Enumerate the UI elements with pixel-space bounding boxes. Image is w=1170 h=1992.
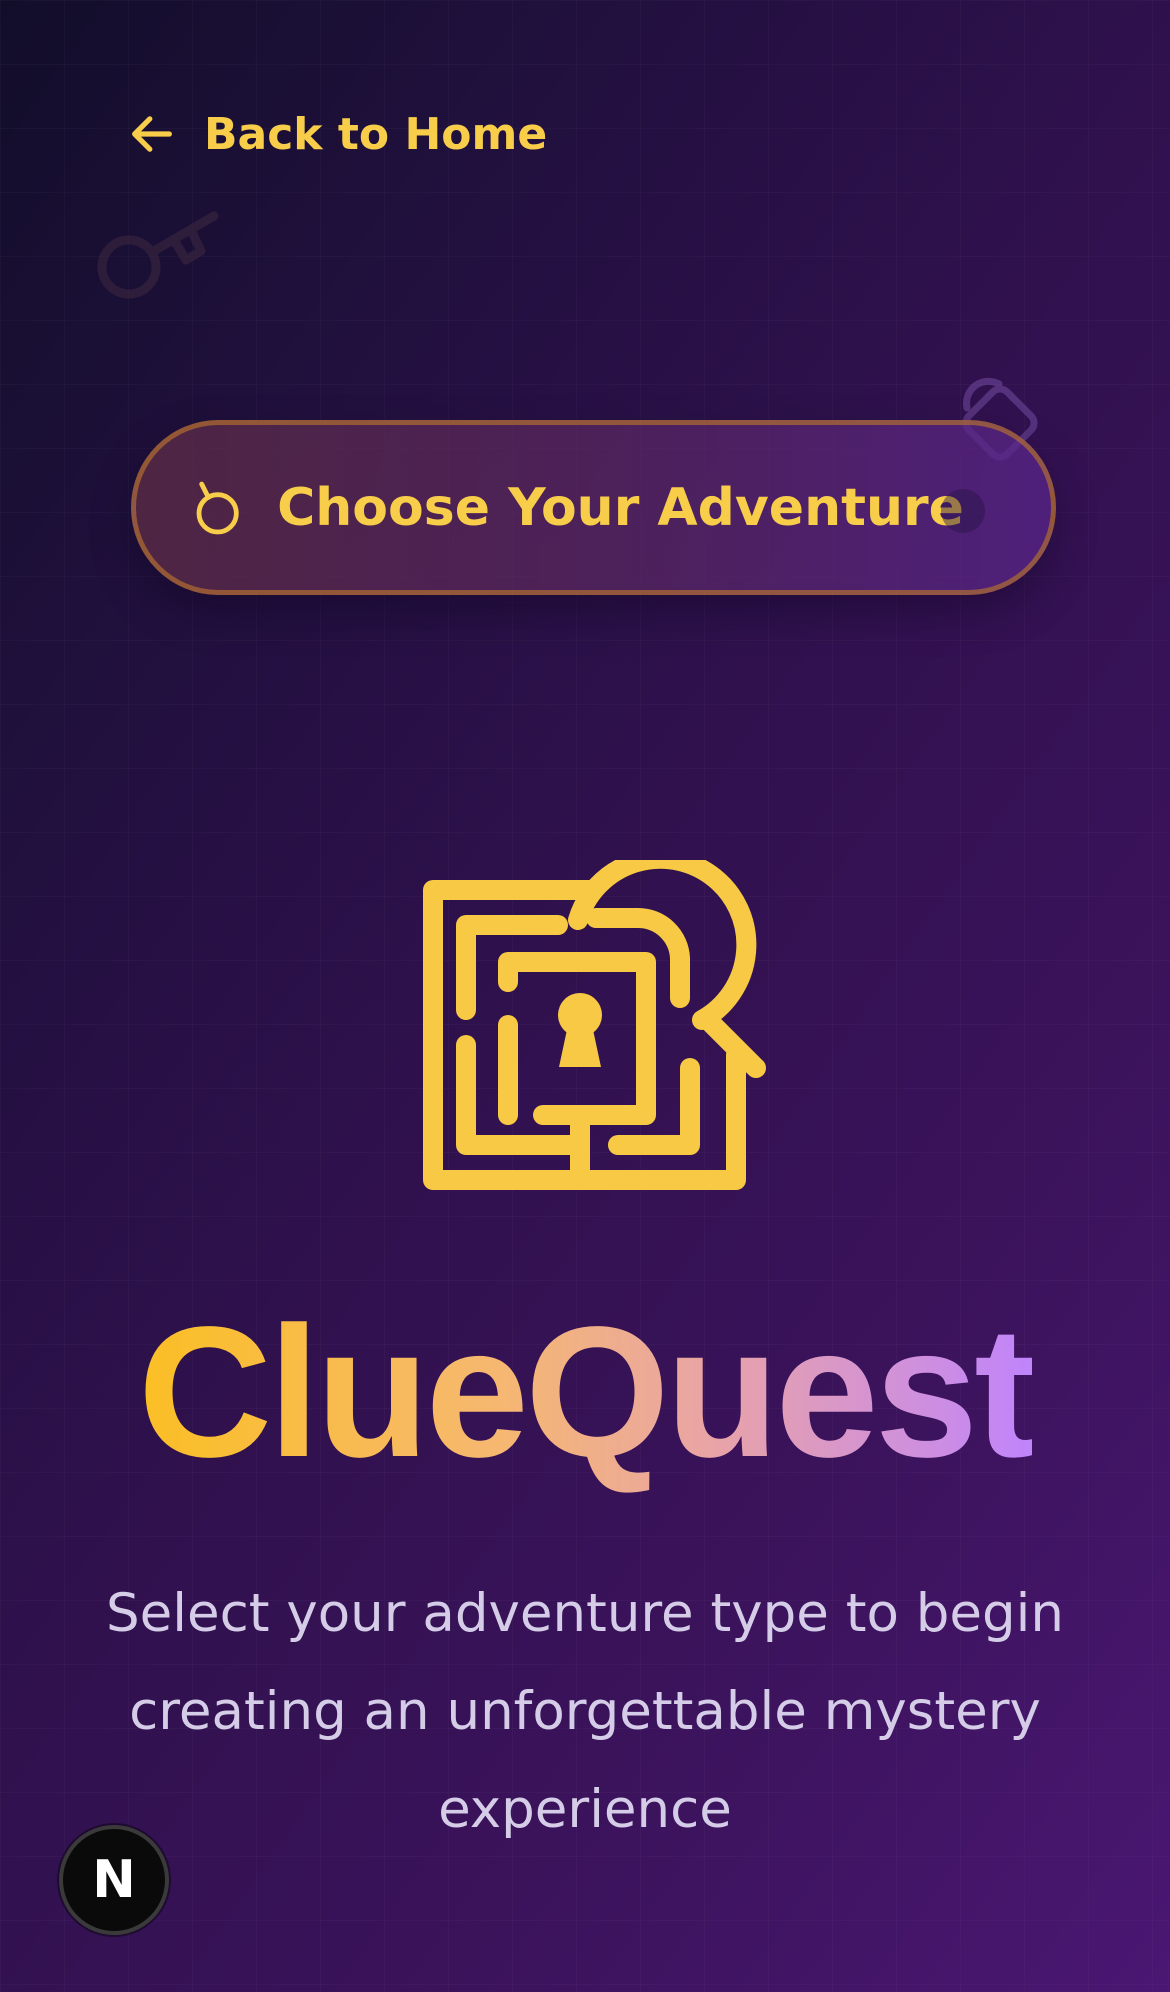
arrow-left-icon — [132, 116, 172, 152]
pill-decorative-dot — [941, 489, 985, 533]
brand-title: ClueQuest — [137, 1289, 1036, 1496]
back-to-home-link[interactable]: Back to Home — [126, 108, 547, 160]
back-to-home-label: Back to Home — [204, 108, 548, 160]
dev-badge-letter: N — [92, 1850, 136, 1910]
choose-adventure-label: Choose Your Adventure — [277, 477, 964, 538]
choose-adventure-pill[interactable]: Choose Your Adventure — [131, 420, 1056, 595]
tagline-text: Select your adventure type to begin crea… — [105, 1583, 1064, 1840]
compass-icon — [196, 481, 239, 534]
key-icon — [97, 211, 219, 299]
maze-keyhole-magnifier-icon — [423, 860, 766, 1190]
dev-tools-badge[interactable]: N — [59, 1825, 169, 1935]
